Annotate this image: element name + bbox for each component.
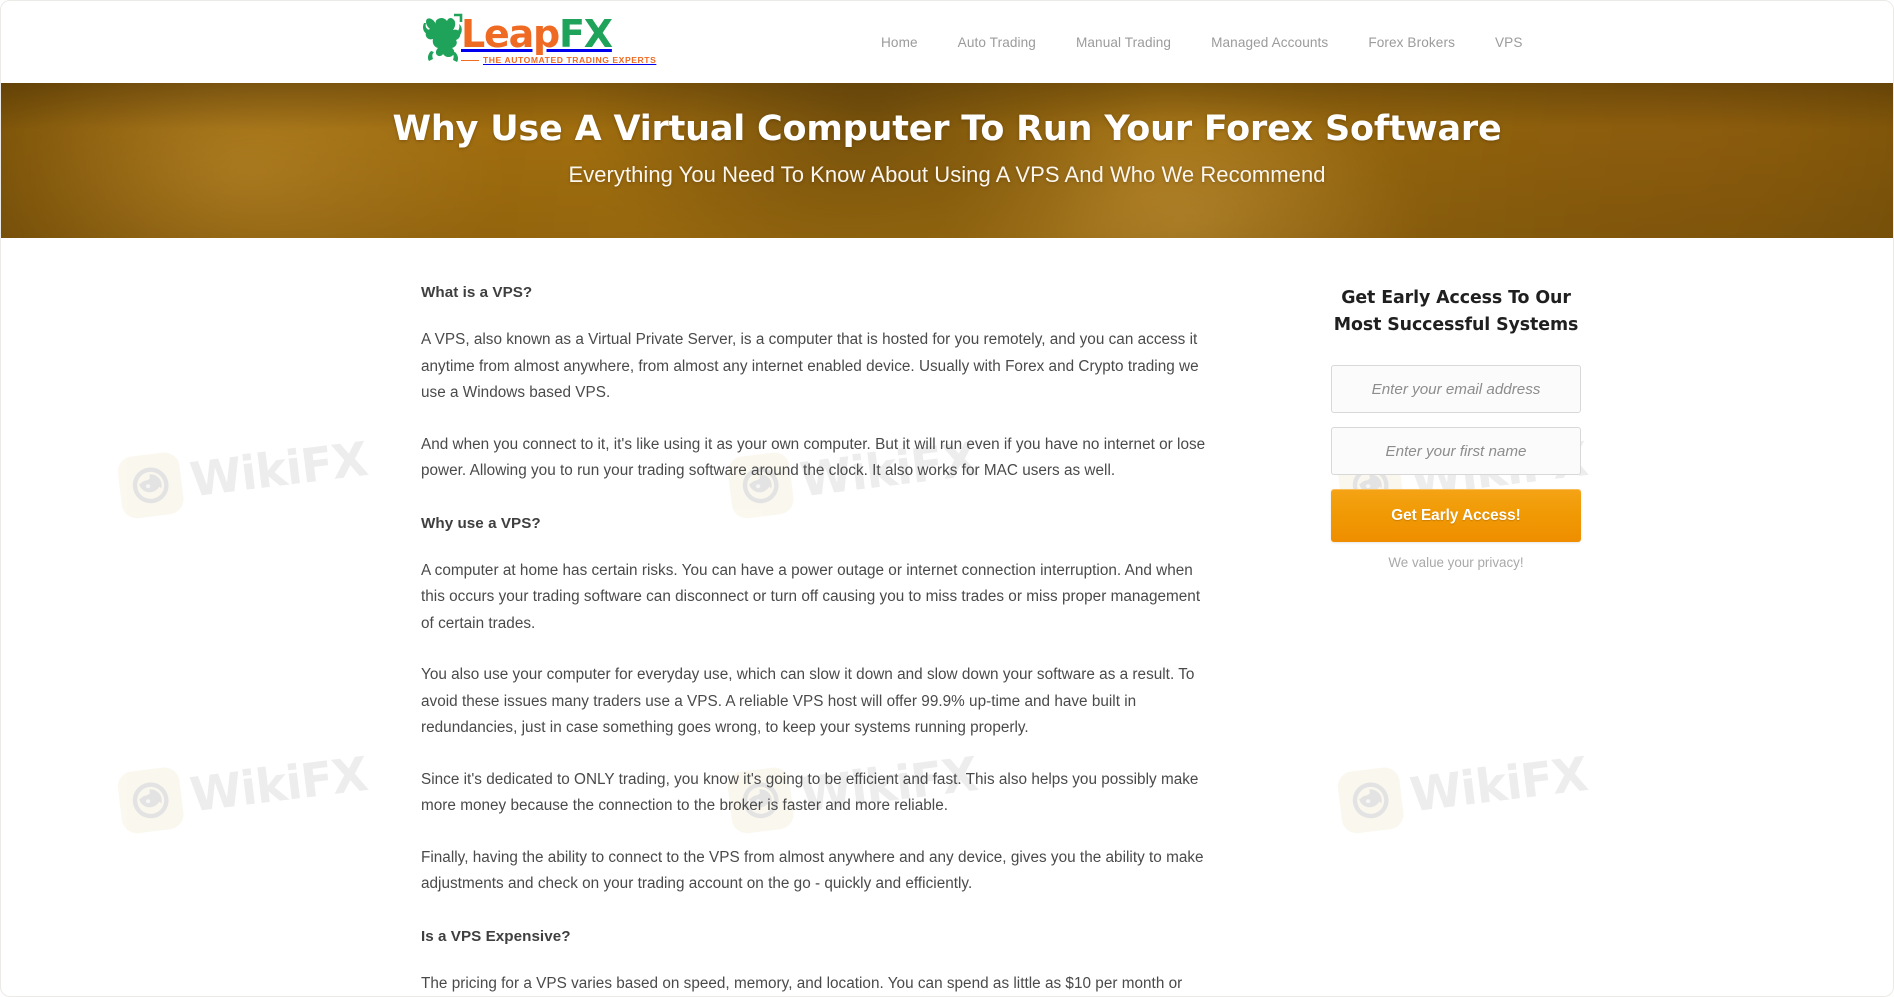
get-early-access-button[interactable]: Get Early Access! — [1331, 489, 1581, 542]
hero-banner: Why Use A Virtual Computer To Run Your F… — [1, 83, 1893, 238]
optin-form: Get Early Access! — [1331, 365, 1581, 542]
article-paragraph: A VPS, also known as a Virtual Private S… — [421, 331, 1199, 401]
hero-content: Why Use A Virtual Computer To Run Your F… — [1, 83, 1893, 188]
optin-heading-line2: Most Successful Systems — [1333, 315, 1579, 335]
article-paragraph: A computer at home has certain risks. Yo… — [421, 561, 1201, 632]
article-paragraph: Finally, having the ability to connect t… — [421, 848, 1204, 893]
site-header: LeapFX THE AUTOMATED TRADING EXPERTS Hom… — [1, 1, 1893, 83]
email-field[interactable] — [1331, 365, 1581, 413]
article-body: What is a VPS? A VPS, also known as a Vi… — [421, 284, 1206, 996]
privacy-note: We value your privacy! — [1388, 555, 1524, 570]
logo-wordmark: LeapFX — [461, 15, 656, 53]
page-title: Why Use A Virtual Computer To Run Your F… — [392, 109, 1502, 149]
page-subtitle: Everything You Need To Know About Using … — [568, 162, 1326, 188]
nav-item-manual-trading[interactable]: Manual Trading — [1056, 35, 1191, 50]
article-paragraph: And when you connect to it, it's like us… — [421, 435, 1206, 480]
page-root: LeapFX THE AUTOMATED TRADING EXPERTS Hom… — [0, 0, 1894, 997]
frog-icon — [421, 13, 465, 65]
main-navigation: Home Auto Trading Manual Trading Managed… — [861, 1, 1543, 83]
section-heading-why-use-vps: Why use a VPS? — [421, 514, 541, 532]
logo-tagline: THE AUTOMATED TRADING EXPERTS — [460, 55, 657, 65]
optin-heading-line1: Get Early Access To Our — [1341, 288, 1571, 308]
nav-item-auto-trading[interactable]: Auto Trading — [938, 35, 1056, 50]
nav-item-forex-brokers[interactable]: Forex Brokers — [1348, 35, 1475, 50]
article-paragraph: You also use your computer for everyday … — [421, 666, 1195, 736]
section-heading-is-vps-expensive: Is a VPS Expensive? — [421, 927, 571, 945]
first-name-field[interactable] — [1331, 427, 1581, 475]
article-paragraph: Since it's dedicated to ONLY trading, yo… — [421, 770, 1199, 815]
site-logo[interactable]: LeapFX THE AUTOMATED TRADING EXPERTS — [421, 13, 656, 71]
section-heading-what-is-vps: What is a VPS? — [421, 284, 533, 301]
optin-heading: Get Early Access To Our Most Successful … — [1331, 285, 1581, 339]
logo-text-block: LeapFX THE AUTOMATED TRADING EXPERTS — [460, 13, 657, 65]
logo-word-secondary: FX — [559, 12, 613, 56]
nav-item-managed-accounts[interactable]: Managed Accounts — [1191, 35, 1348, 50]
logo-word-primary: Leap — [461, 12, 560, 56]
nav-item-vps[interactable]: VPS — [1475, 35, 1543, 50]
optin-sidebar: Get Early Access To Our Most Successful … — [1331, 284, 1581, 996]
article-paragraph: The pricing for a VPS varies based on sp… — [421, 974, 1183, 992]
content-area: What is a VPS? A VPS, also known as a Vi… — [1, 238, 1893, 996]
nav-item-home[interactable]: Home — [861, 35, 938, 50]
